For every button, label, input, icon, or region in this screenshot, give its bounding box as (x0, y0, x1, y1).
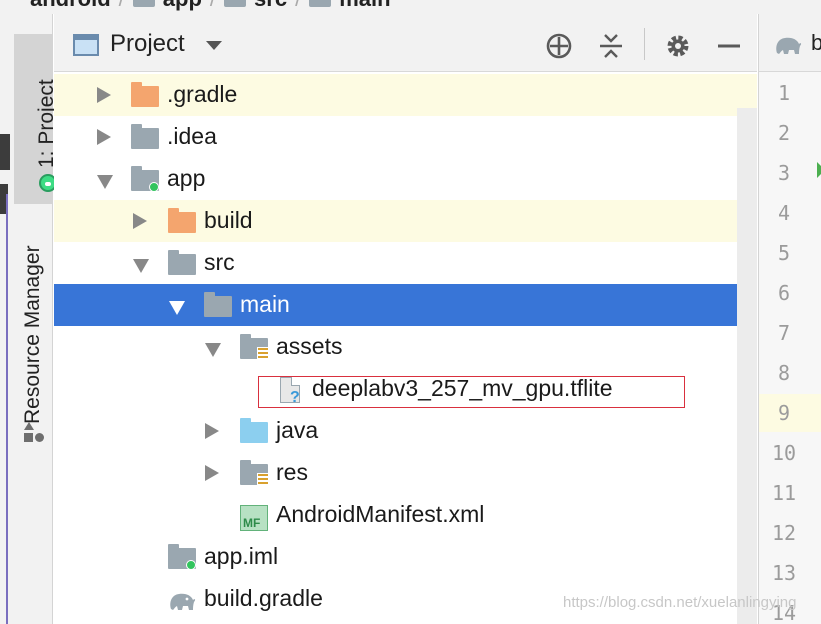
collapse-arrow-icon[interactable] (205, 343, 221, 357)
manifest-file-icon: MF (240, 503, 268, 531)
folder-icon (132, 0, 155, 7)
folder-icon (168, 250, 196, 275)
tree-item-label: .idea (167, 123, 217, 149)
chevron-down-icon[interactable] (206, 41, 222, 50)
resource-manager-label: Resource Manager (21, 245, 44, 424)
tree-row-build[interactable]: build (54, 200, 757, 242)
editor-gutter: 1 2 3 4 5 6 7 8 9 10 11 12 13 14 (758, 72, 821, 624)
tree-row-gradle-dir[interactable]: .gradle (54, 74, 757, 116)
editor-tab-label[interactable]: b (811, 30, 821, 56)
project-tool-tab[interactable]: 1: Project (14, 34, 58, 204)
line-number: 10 (771, 441, 797, 465)
breadcrumb-main[interactable]: main (339, 0, 390, 12)
folder-excluded-icon (168, 208, 196, 233)
resource-manager-tab[interactable]: Resource Manager (14, 214, 52, 464)
tree-row-app-iml[interactable]: app.iml (54, 536, 757, 578)
line-number: 5 (777, 241, 791, 265)
breadcrumb-android[interactable]: android (30, 0, 111, 12)
tree-item-label: java (276, 417, 319, 443)
line-number: 8 (777, 361, 791, 385)
tool-window-stripe: 1: Project Resource Manager (0, 14, 58, 624)
module-folder-icon (131, 166, 159, 192)
background-window-fragment (0, 134, 10, 170)
tree-row-android-manifest[interactable]: MF AndroidManifest.xml (54, 494, 757, 536)
folder-icon (131, 124, 159, 149)
tree-row-res[interactable]: res (54, 452, 757, 494)
tree-item-label: AndroidManifest.xml (276, 501, 485, 527)
expand-arrow-icon[interactable] (205, 465, 219, 481)
breadcrumb-separator: / (295, 0, 301, 12)
tree-item-label: app (167, 165, 206, 191)
expand-arrow-icon[interactable] (133, 213, 147, 229)
collapse-arrow-icon[interactable] (133, 259, 149, 273)
line-number: 1 (777, 81, 791, 105)
gradle-elephant-icon (167, 587, 196, 611)
collapse-arrow-icon[interactable] (97, 175, 113, 189)
gradle-elephant-icon (776, 37, 802, 54)
line-number: 9 (777, 401, 791, 425)
module-file-icon (168, 544, 196, 570)
navigation-breadcrumb: android / app / src / main (0, 0, 821, 14)
source-folder-icon (240, 418, 268, 443)
tree-item-label: src (204, 249, 235, 275)
tree-row-assets[interactable]: assets (54, 326, 757, 368)
expand-arrow-icon[interactable] (97, 87, 111, 103)
manifest-badge: MF (243, 516, 261, 530)
tree-row-idea[interactable]: .idea (54, 116, 757, 158)
tree-row-main[interactable]: main (54, 284, 757, 326)
line-number: 7 (777, 321, 791, 345)
line-number: 12 (771, 521, 797, 545)
line-number: 2 (777, 121, 791, 145)
line-number: 11 (771, 481, 797, 505)
toolbar-divider (644, 28, 645, 60)
folder-icon (204, 292, 232, 317)
editor-tab-bar: b (758, 14, 821, 72)
collapse-all-icon[interactable] (596, 31, 626, 61)
folder-icon (309, 0, 332, 7)
tree-item-label: build (204, 207, 253, 233)
crosshair-icon[interactable] (544, 31, 574, 61)
resource-manager-icon (24, 422, 44, 442)
line-number: 13 (771, 561, 797, 585)
tree-item-label: assets (276, 333, 343, 359)
expand-arrow-icon[interactable] (205, 423, 219, 439)
resource-folder-icon (240, 334, 269, 360)
watermark-text: https://blog.csdn.net/xuelanlingying (563, 594, 797, 611)
tree-item-label: .gradle (167, 81, 238, 107)
background-window-edge (6, 194, 8, 624)
breadcrumb-separator: / (119, 0, 125, 12)
collapse-arrow-icon[interactable] (169, 301, 185, 315)
breadcrumb-src[interactable]: src (254, 0, 287, 12)
project-panel-header: Project (54, 14, 757, 72)
resource-folder-icon (240, 460, 269, 486)
tree-row-java[interactable]: java (54, 410, 757, 452)
expand-arrow-icon[interactable] (97, 129, 111, 145)
tree-item-label: app.iml (204, 543, 279, 569)
vertical-scrollbar[interactable] (737, 108, 757, 624)
tree-item-label: res (276, 459, 308, 485)
tree-row-app[interactable]: app (54, 158, 757, 200)
gear-icon[interactable] (663, 31, 693, 61)
project-tree: .gradle .idea app build src main assets (54, 72, 757, 624)
annotation-highlight-box (258, 376, 685, 408)
tree-item-label: build.gradle (204, 585, 323, 611)
project-view-icon (73, 34, 99, 56)
folder-excluded-icon (131, 82, 159, 107)
folder-icon (224, 0, 247, 7)
line-number: 4 (777, 201, 791, 225)
minimize-icon[interactable] (714, 31, 744, 61)
tree-item-label: main (240, 291, 290, 317)
line-number: 3 (777, 161, 791, 185)
breadcrumb-separator: / (210, 0, 216, 12)
tree-row-src[interactable]: src (54, 242, 757, 284)
line-number: 6 (777, 281, 791, 305)
breadcrumb-app[interactable]: app (163, 0, 202, 12)
run-gutter-icon[interactable] (817, 162, 821, 178)
project-view-selector[interactable]: Project (110, 30, 185, 58)
